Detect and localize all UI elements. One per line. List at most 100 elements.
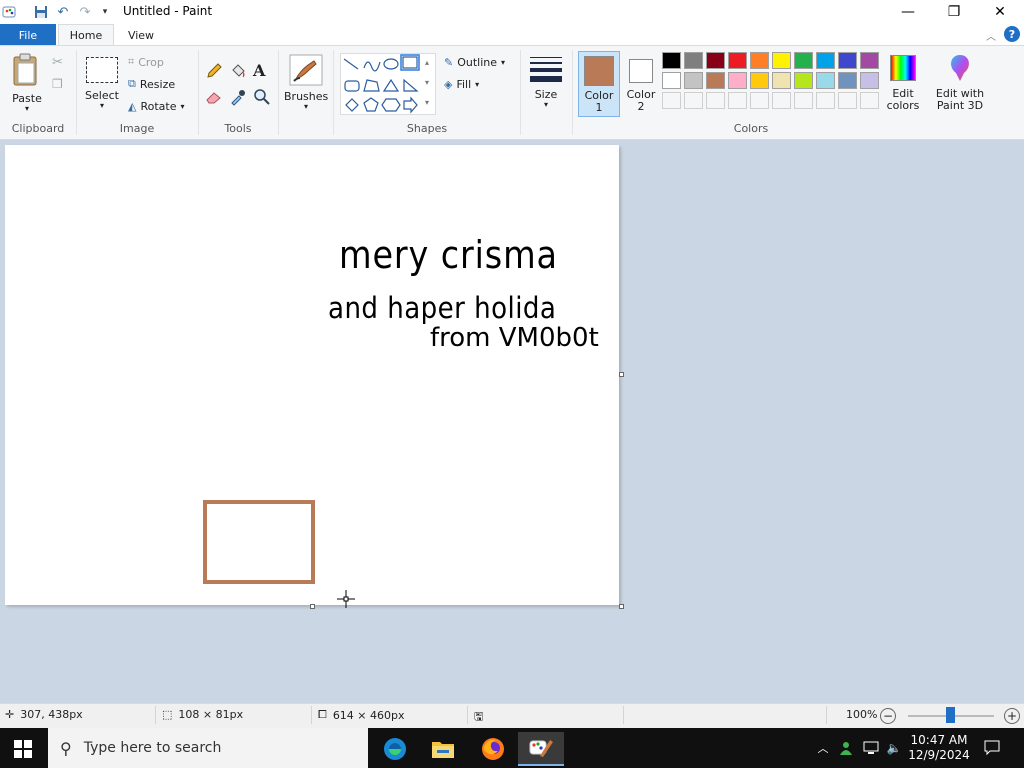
search-placeholder: Type here to search — [83, 740, 222, 756]
text-tool-icon[interactable]: A — [253, 61, 265, 80]
palette-swatch[interactable] — [706, 52, 725, 69]
fill-button[interactable]: ◈ Fill ▾ — [444, 74, 479, 94]
network-icon[interactable] — [861, 728, 881, 768]
palette-swatch[interactable] — [838, 72, 857, 89]
copy-icon[interactable]: ❐ — [52, 77, 63, 91]
custom-color-slot[interactable] — [728, 92, 747, 109]
color1-button[interactable]: Color 1 — [578, 51, 620, 117]
palette-swatch[interactable] — [794, 52, 813, 69]
resize-button[interactable]: ⧉ Resize — [128, 74, 175, 94]
palette-swatch[interactable] — [684, 72, 703, 89]
customize-quick-access-icon[interactable]: ▾ — [97, 4, 113, 20]
shapes-more-icon[interactable]: ▾ — [425, 98, 429, 107]
edit-colors-icon — [890, 55, 916, 81]
size-dropdown-icon[interactable]: ▾ — [527, 101, 565, 109]
edit-colors-button[interactable]: Edit colors — [884, 53, 922, 117]
color2-button[interactable]: Color 2 — [622, 51, 660, 117]
palette-swatch[interactable] — [684, 52, 703, 69]
edge-icon[interactable] — [372, 732, 418, 766]
start-button[interactable] — [14, 740, 32, 761]
palette-swatch[interactable] — [772, 72, 791, 89]
help-icon[interactable]: ? — [1004, 26, 1020, 42]
custom-color-slot[interactable] — [772, 92, 791, 109]
cursor-position-text: 307, 438px — [20, 708, 83, 721]
file-explorer-icon[interactable] — [420, 732, 466, 766]
firefox-icon[interactable] — [470, 732, 516, 766]
palette-swatch[interactable] — [728, 72, 747, 89]
pencil-icon[interactable] — [205, 62, 223, 83]
custom-color-slot[interactable] — [706, 92, 725, 109]
edit-with-paint3d-button[interactable]: Edit with Paint 3D — [928, 53, 992, 117]
collapse-ribbon-icon[interactable]: ︿ — [986, 28, 996, 43]
color1-swatch — [584, 56, 614, 86]
cut-icon[interactable]: ✂ — [52, 55, 63, 70]
volume-icon[interactable]: 🔈 — [884, 728, 904, 768]
resize-handle-corner[interactable] — [619, 604, 624, 609]
palette-swatch[interactable] — [706, 72, 725, 89]
zoom-in-button[interactable]: + — [1004, 708, 1020, 724]
show-hidden-icons[interactable]: ︿ — [815, 728, 831, 768]
resize-handle-right[interactable] — [619, 372, 624, 377]
custom-color-slot[interactable] — [750, 92, 769, 109]
palette-swatch[interactable] — [816, 72, 835, 89]
palette-swatch[interactable] — [860, 72, 879, 89]
undo-icon[interactable]: ↶ — [55, 4, 71, 20]
action-center-icon[interactable] — [980, 728, 1004, 768]
paint-app-icon[interactable] — [2, 4, 18, 20]
palette-swatch[interactable] — [662, 52, 681, 69]
drawing-canvas[interactable]: mery crisma and haper holida from VM0b0t — [5, 145, 619, 605]
shapes-scroll-down-icon[interactable]: ▾ — [425, 78, 429, 87]
brushes-button[interactable]: Brushes ▾ — [284, 53, 328, 115]
custom-color-slot[interactable] — [684, 92, 703, 109]
size-button[interactable]: Size ▾ — [527, 53, 565, 115]
palette-swatch[interactable] — [794, 72, 813, 89]
palette-swatch[interactable] — [838, 52, 857, 69]
color-picker-icon[interactable] — [229, 88, 247, 109]
minimize-button[interactable]: — — [885, 0, 931, 24]
brushes-dropdown-icon[interactable]: ▾ — [284, 103, 328, 111]
shapes-scroll-up-icon[interactable]: ▴ — [425, 58, 429, 67]
cursor-position-icon: ✛ — [5, 708, 15, 721]
rotate-button[interactable]: ◭ Rotate ▾ — [128, 96, 185, 116]
maximize-button[interactable]: ❐ — [931, 0, 977, 24]
resize-handle-bottom[interactable] — [310, 604, 315, 609]
shapes-gallery[interactable] — [340, 53, 436, 115]
tab-file[interactable]: File — [0, 24, 56, 46]
fill-bucket-icon[interactable] — [229, 62, 247, 83]
palette-swatch[interactable] — [662, 72, 681, 89]
select-button[interactable]: Select ▾ — [84, 53, 120, 113]
paste-dropdown-icon[interactable]: ▾ — [10, 105, 44, 113]
clock[interactable]: 10:47 AM 12/9/2024 — [906, 728, 972, 768]
palette-swatch[interactable] — [728, 52, 747, 69]
palette-swatch[interactable] — [816, 52, 835, 69]
redo-icon[interactable]: ↷ — [77, 4, 93, 20]
zoom-slider-thumb[interactable] — [946, 707, 955, 723]
save-icon[interactable] — [33, 4, 49, 20]
palette-swatch[interactable] — [750, 72, 769, 89]
status-separator — [826, 706, 827, 724]
custom-color-slot[interactable] — [794, 92, 813, 109]
select-dropdown-icon[interactable]: ▾ — [84, 102, 120, 110]
taskbar-search-box[interactable]: ⚲ Type here to search — [48, 728, 368, 768]
triangle-shape-icon — [382, 78, 400, 92]
paste-button[interactable]: Paste ▾ — [10, 53, 44, 113]
people-icon[interactable] — [837, 728, 855, 768]
paint-taskbar-icon[interactable] — [518, 732, 564, 766]
custom-color-slot[interactable] — [860, 92, 879, 109]
palette-swatch[interactable] — [772, 52, 791, 69]
status-separator — [623, 706, 624, 724]
eraser-icon[interactable] — [205, 90, 223, 107]
palette-swatch[interactable] — [750, 52, 769, 69]
palette-swatch[interactable] — [860, 52, 879, 69]
magnifier-icon[interactable] — [253, 88, 271, 109]
size-icon — [530, 57, 562, 82]
crop-button[interactable]: ⌗ Crop — [128, 52, 164, 72]
custom-color-slot[interactable] — [662, 92, 681, 109]
outline-button[interactable]: ✎ Outline ▾ — [444, 52, 505, 72]
tab-view[interactable]: View — [118, 24, 164, 46]
tab-home[interactable]: Home — [58, 24, 114, 46]
custom-color-slot[interactable] — [816, 92, 835, 109]
custom-color-slot[interactable] — [838, 92, 857, 109]
zoom-out-button[interactable]: − — [880, 708, 896, 724]
close-button[interactable]: ✕ — [977, 0, 1023, 24]
